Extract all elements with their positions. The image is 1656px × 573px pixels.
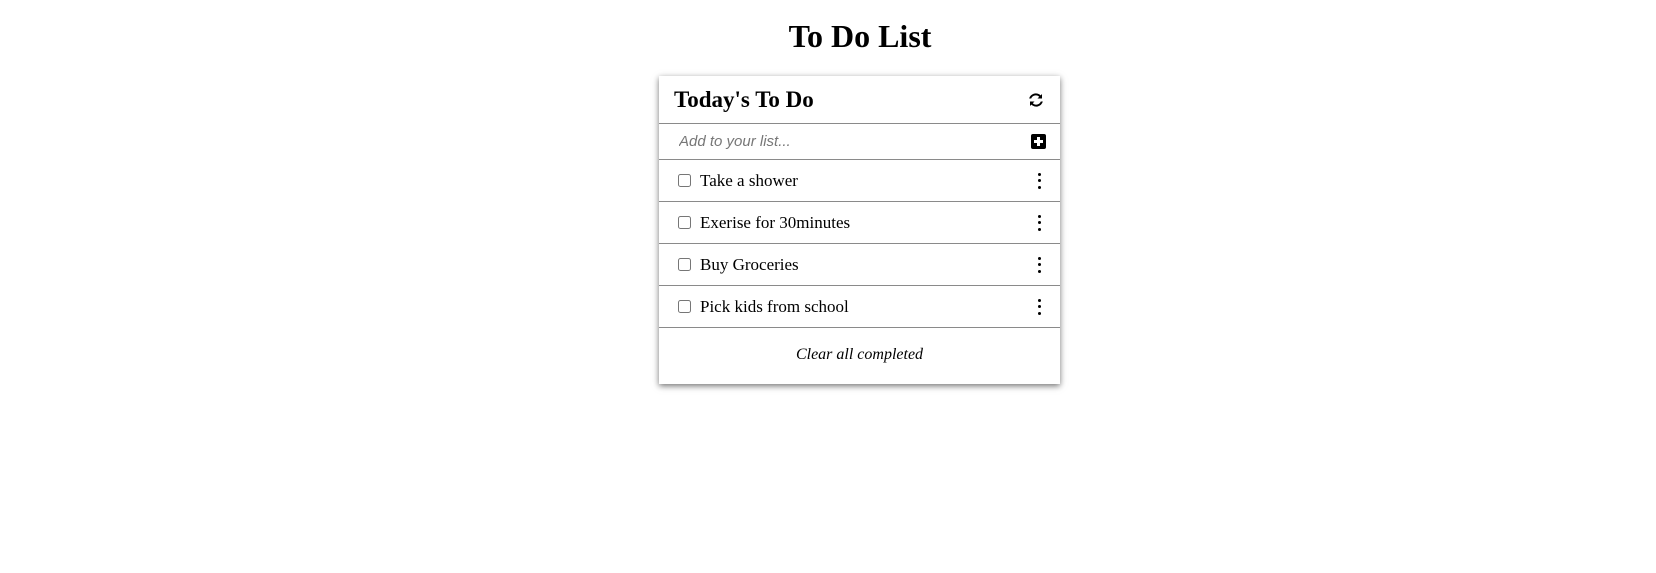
todo-checkbox[interactable] xyxy=(678,258,691,271)
page: To Do List Today's To Do Take a shower xyxy=(0,0,1656,573)
add-row xyxy=(659,124,1060,160)
vertical-ellipsis-icon[interactable] xyxy=(1034,214,1044,231)
card-title: Today's To Do xyxy=(674,86,814,112)
todo-item: Take a shower xyxy=(659,160,1060,202)
card-footer: Clear all completed xyxy=(659,328,1060,382)
todo-item: Buy Groceries xyxy=(659,244,1060,286)
todo-label: Take a shower xyxy=(700,170,798,190)
clear-completed-button[interactable]: Clear all completed xyxy=(796,346,923,364)
plus-square-icon[interactable] xyxy=(1031,134,1046,149)
todo-card: Today's To Do Take a shower Exerise for … xyxy=(659,76,1060,384)
todo-list: Take a shower Exerise for 30minutes Buy … xyxy=(659,160,1060,328)
card-header: Today's To Do xyxy=(659,76,1060,124)
todo-item: Exerise for 30minutes xyxy=(659,202,1060,244)
vertical-ellipsis-icon[interactable] xyxy=(1034,298,1044,315)
refresh-icon[interactable] xyxy=(1026,90,1046,110)
todo-checkbox[interactable] xyxy=(678,174,691,187)
page-title: To Do List xyxy=(788,18,932,54)
refresh-icon-svg xyxy=(1029,92,1043,107)
todo-item: Pick kids from school xyxy=(659,286,1060,328)
todo-checkbox[interactable] xyxy=(678,300,691,313)
todo-checkbox[interactable] xyxy=(678,216,691,229)
todo-label: Pick kids from school xyxy=(700,296,849,316)
vertical-ellipsis-icon[interactable] xyxy=(1034,256,1044,273)
add-item-input[interactable] xyxy=(679,133,999,150)
vertical-ellipsis-icon[interactable] xyxy=(1034,172,1044,189)
todo-label: Exerise for 30minutes xyxy=(700,212,851,232)
todo-label: Buy Groceries xyxy=(700,254,799,274)
